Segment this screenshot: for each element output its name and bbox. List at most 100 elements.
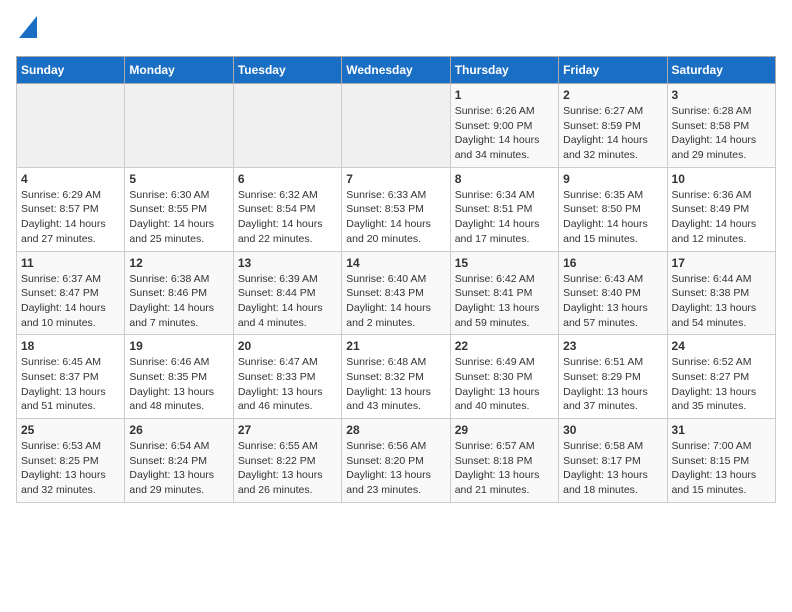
day-info: Sunrise: 6:56 AM Sunset: 8:20 PM Dayligh… [346,439,445,498]
calendar-cell: 19Sunrise: 6:46 AM Sunset: 8:35 PM Dayli… [125,335,233,419]
calendar-cell: 2 Sunrise: 6:27 AM Sunset: 8:59 PM Daylig… [559,84,667,168]
day-number: 1 [455,88,554,102]
day-info: Sunrise: 6:58 AM Sunset: 8:17 PM Dayligh… [563,439,662,498]
calendar-cell: 3 Sunrise: 6:28 AM Sunset: 8:58 PM Daylig… [667,84,775,168]
day-number: 7 [346,172,445,186]
day-info: Sunrise: 6:27 AM Sunset: 8:59 PM Dayligh… [563,104,662,163]
day-info: Sunrise: 6:33 AM Sunset: 8:53 PM Dayligh… [346,188,445,247]
calendar-cell: 16 Sunrise: 6:43 AM Sunset: 8:40 PM Dayli… [559,251,667,335]
calendar-cell [342,84,450,168]
day-info: Sunrise: 6:48 AM Sunset: 8:32 PM Dayligh… [346,355,445,414]
calendar-cell: 8 Sunrise: 6:34 AM Sunset: 8:51 PM Daylig… [450,167,558,251]
day-number: 21 [346,339,445,353]
calendar-cell: 26 Sunrise: 6:54 AM Sunset: 8:24 PM Dayli… [125,419,233,503]
header [16,16,776,46]
calendar-cell: 24 Sunrise: 6:52 AM Sunset: 8:27 PM Dayli… [667,335,775,419]
calendar-cell: 6 Sunrise: 6:32 AM Sunset: 8:54 PM Daylig… [233,167,341,251]
day-number: 16 [563,256,662,270]
day-info: Sunrise: 6:52 AM Sunset: 8:27 PM Dayligh… [672,355,771,414]
day-info: Sunrise: 6:57 AM Sunset: 8:18 PM Dayligh… [455,439,554,498]
calendar-cell [17,84,125,168]
calendar-cell: 10Sunrise: 6:36 AM Sunset: 8:49 PM Dayli… [667,167,775,251]
calendar-cell: 7 Sunrise: 6:33 AM Sunset: 8:53 PM Daylig… [342,167,450,251]
day-info: Sunrise: 6:32 AM Sunset: 8:54 PM Dayligh… [238,188,337,247]
day-number: 19 [129,339,228,353]
calendar-cell: 17 Sunrise: 6:44 AM Sunset: 8:38 PM Dayli… [667,251,775,335]
day-info: Sunrise: 6:29 AM Sunset: 8:57 PM Dayligh… [21,188,120,247]
day-number: 26 [129,423,228,437]
calendar-cell: 5Sunrise: 6:30 AM Sunset: 8:55 PM Daylig… [125,167,233,251]
day-number: 3 [672,88,771,102]
day-info: Sunrise: 6:28 AM Sunset: 8:58 PM Dayligh… [672,104,771,163]
calendar-cell: 22Sunrise: 6:49 AM Sunset: 8:30 PM Dayli… [450,335,558,419]
day-number: 6 [238,172,337,186]
day-number: 28 [346,423,445,437]
calendar-week-row: 11Sunrise: 6:37 AM Sunset: 8:47 PM Dayli… [17,251,776,335]
calendar-cell: 1 Sunrise: 6:26 AM Sunset: 9:00 PM Daylig… [450,84,558,168]
day-number: 2 [563,88,662,102]
day-info: Sunrise: 6:26 AM Sunset: 9:00 PM Dayligh… [455,104,554,163]
day-info: Sunrise: 6:35 AM Sunset: 8:50 PM Dayligh… [563,188,662,247]
day-info: Sunrise: 6:43 AM Sunset: 8:40 PM Dayligh… [563,272,662,331]
day-number: 10 [672,172,771,186]
day-number: 17 [672,256,771,270]
day-number: 4 [21,172,120,186]
calendar-cell: 25Sunrise: 6:53 AM Sunset: 8:25 PM Dayli… [17,419,125,503]
day-number: 20 [238,339,337,353]
calendar-cell: 12Sunrise: 6:38 AM Sunset: 8:46 PM Dayli… [125,251,233,335]
calendar-header-tuesday: Tuesday [233,57,341,84]
calendar-cell: 28 Sunrise: 6:56 AM Sunset: 8:20 PM Dayli… [342,419,450,503]
calendar-week-row: 25Sunrise: 6:53 AM Sunset: 8:25 PM Dayli… [17,419,776,503]
day-number: 15 [455,256,554,270]
day-info: Sunrise: 6:47 AM Sunset: 8:33 PM Dayligh… [238,355,337,414]
calendar-cell: 11Sunrise: 6:37 AM Sunset: 8:47 PM Dayli… [17,251,125,335]
day-info: Sunrise: 6:42 AM Sunset: 8:41 PM Dayligh… [455,272,554,331]
day-info: Sunrise: 6:44 AM Sunset: 8:38 PM Dayligh… [672,272,771,331]
day-number: 27 [238,423,337,437]
calendar-cell: 23Sunrise: 6:51 AM Sunset: 8:29 PM Dayli… [559,335,667,419]
day-number: 30 [563,423,662,437]
day-number: 8 [455,172,554,186]
calendar-cell: 9 Sunrise: 6:35 AM Sunset: 8:50 PM Daylig… [559,167,667,251]
day-number: 29 [455,423,554,437]
calendar-table: SundayMondayTuesdayWednesdayThursdayFrid… [16,56,776,503]
calendar-cell [125,84,233,168]
calendar-header-thursday: Thursday [450,57,558,84]
day-number: 18 [21,339,120,353]
logo [16,16,37,46]
day-info: Sunrise: 6:55 AM Sunset: 8:22 PM Dayligh… [238,439,337,498]
calendar-cell: 20 Sunrise: 6:47 AM Sunset: 8:33 PM Dayli… [233,335,341,419]
calendar-header-friday: Friday [559,57,667,84]
day-number: 11 [21,256,120,270]
calendar-cell: 18 Sunrise: 6:45 AM Sunset: 8:37 PM Dayli… [17,335,125,419]
calendar-cell: 30 Sunrise: 6:58 AM Sunset: 8:17 PM Dayli… [559,419,667,503]
calendar-cell [233,84,341,168]
day-info: Sunrise: 6:54 AM Sunset: 8:24 PM Dayligh… [129,439,228,498]
day-info: Sunrise: 6:39 AM Sunset: 8:44 PM Dayligh… [238,272,337,331]
calendar-week-row: 1 Sunrise: 6:26 AM Sunset: 9:00 PM Daylig… [17,84,776,168]
day-number: 24 [672,339,771,353]
calendar-cell: 31Sunrise: 7:00 AM Sunset: 8:15 PM Dayli… [667,419,775,503]
day-number: 13 [238,256,337,270]
calendar-cell: 13 Sunrise: 6:39 AM Sunset: 8:44 PM Dayli… [233,251,341,335]
calendar-cell: 15 Sunrise: 6:42 AM Sunset: 8:41 PM Dayli… [450,251,558,335]
calendar-header-monday: Monday [125,57,233,84]
day-number: 22 [455,339,554,353]
calendar-week-row: 18 Sunrise: 6:45 AM Sunset: 8:37 PM Dayli… [17,335,776,419]
calendar-cell: 14Sunrise: 6:40 AM Sunset: 8:43 PM Dayli… [342,251,450,335]
calendar-cell: 4 Sunrise: 6:29 AM Sunset: 8:57 PM Daylig… [17,167,125,251]
day-number: 23 [563,339,662,353]
day-info: Sunrise: 6:45 AM Sunset: 8:37 PM Dayligh… [21,355,120,414]
calendar-cell: 27 Sunrise: 6:55 AM Sunset: 8:22 PM Dayli… [233,419,341,503]
calendar-header-sunday: Sunday [17,57,125,84]
calendar-header-row: SundayMondayTuesdayWednesdayThursdayFrid… [17,57,776,84]
day-info: Sunrise: 6:34 AM Sunset: 8:51 PM Dayligh… [455,188,554,247]
day-number: 9 [563,172,662,186]
day-number: 5 [129,172,228,186]
calendar-cell: 29 Sunrise: 6:57 AM Sunset: 8:18 PM Dayli… [450,419,558,503]
day-number: 12 [129,256,228,270]
logo-triangle-icon [19,16,37,38]
day-info: Sunrise: 6:40 AM Sunset: 8:43 PM Dayligh… [346,272,445,331]
day-number: 25 [21,423,120,437]
calendar-week-row: 4 Sunrise: 6:29 AM Sunset: 8:57 PM Daylig… [17,167,776,251]
